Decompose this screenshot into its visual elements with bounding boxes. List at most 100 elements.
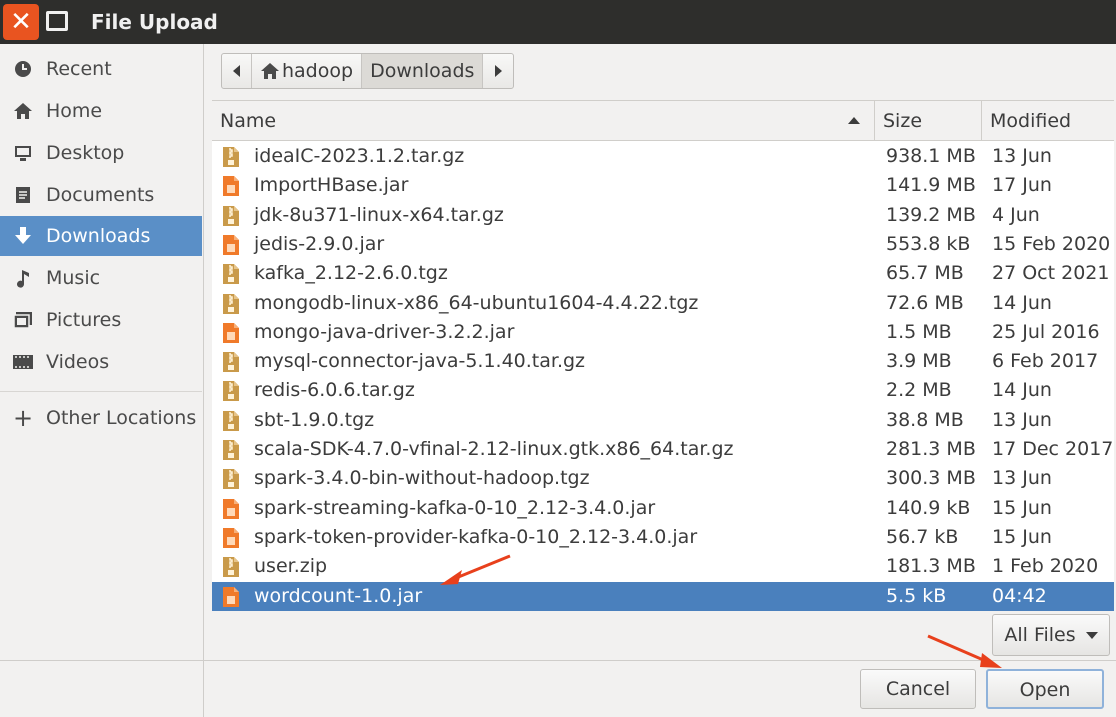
chevron-down-icon xyxy=(1085,631,1098,639)
archive-file-icon xyxy=(222,146,240,168)
file-modified: 13 Jun xyxy=(992,467,1052,490)
home-icon xyxy=(260,62,280,80)
column-header-name[interactable]: Name xyxy=(212,101,874,141)
file-name: user.zip xyxy=(254,555,328,578)
cancel-button[interactable]: Cancel xyxy=(860,669,976,709)
file-name: jedis-2.9.0.jar xyxy=(254,232,385,255)
file-size: 300.3 MB xyxy=(886,467,976,490)
sidebar-item-downloads[interactable]: Downloads xyxy=(0,216,202,256)
chevron-left-icon xyxy=(233,65,240,77)
sidebar-item-other-locations[interactable]: + Other Locations xyxy=(0,398,202,438)
archive-file-icon xyxy=(222,380,240,402)
file-size: 72.6 MB xyxy=(886,291,964,314)
column-header-size[interactable]: Size xyxy=(875,101,981,141)
file-row[interactable]: wordcount-1.0.jar 5.5 kB 04:42 xyxy=(212,581,1114,611)
jar-file-icon xyxy=(222,586,240,608)
file-name: kafka_2.12-2.6.0.tgz xyxy=(254,262,448,285)
sidebar-item-home[interactable]: Home xyxy=(0,91,202,131)
file-name: mongodb-linux-x86_64-ubuntu1604-4.4.22.t… xyxy=(254,291,699,314)
file-row[interactable]: mysql-connector-java-5.1.40.tar.gz 3.9 MB… xyxy=(212,347,1114,376)
chevron-right-icon xyxy=(494,65,502,77)
file-name: spark-token-provider-kafka-0-10_2.12-3.4… xyxy=(254,525,698,548)
file-row[interactable]: spark-3.4.0-bin-without-hadoop.tgz 300.3 … xyxy=(212,464,1114,493)
archive-file-icon xyxy=(222,410,240,432)
archive-file-icon xyxy=(222,468,240,490)
file-modified: 15 Feb 2020 xyxy=(992,232,1111,255)
sidebar-label: Other Locations xyxy=(46,407,197,429)
file-modified: 14 Jun xyxy=(992,291,1052,314)
file-row[interactable]: sbt-1.9.0.tgz 38.8 MB 13 Jun xyxy=(212,406,1114,435)
clock-icon xyxy=(0,60,46,78)
file-row[interactable]: jdk-8u371-linux-x64.tar.gz 139.2 MB 4 Jun xyxy=(212,201,1114,230)
sidebar-label: Home xyxy=(46,100,103,122)
sidebar-item-desktop[interactable]: Desktop xyxy=(0,133,202,173)
sidebar-label: Downloads xyxy=(46,225,151,247)
path-segment-home[interactable]: hadoop xyxy=(252,54,363,88)
sidebar-item-videos[interactable]: Videos xyxy=(0,342,202,382)
path-bar: hadoop Downloads xyxy=(221,53,515,89)
file-type-filter[interactable]: All Files xyxy=(992,614,1110,656)
file-row[interactable]: mongodb-linux-x86_64-ubuntu1604-4.4.22.t… xyxy=(212,289,1114,318)
file-row[interactable]: scala-SDK-4.7.0-vfinal-2.12-linux.gtk.x8… xyxy=(212,435,1114,464)
file-modified: 13 Jun xyxy=(992,408,1052,431)
file-name: scala-SDK-4.7.0-vfinal-2.12-linux.gtk.x8… xyxy=(254,438,734,460)
file-modified: 15 Jun xyxy=(992,496,1052,519)
sidebar-item-documents[interactable]: Documents xyxy=(0,175,202,215)
action-bar-divider xyxy=(0,660,1116,661)
sort-ascending-icon xyxy=(848,117,860,124)
sidebar-item-recent[interactable]: Recent xyxy=(0,49,202,89)
path-back-button[interactable] xyxy=(222,54,252,88)
file-name: jdk-8u371-linux-x64.tar.gz xyxy=(254,203,504,226)
file-name: ImportHBase.jar xyxy=(254,174,409,197)
sidebar-label: Pictures xyxy=(46,309,122,331)
path-segment-downloads[interactable]: Downloads xyxy=(362,54,484,88)
file-size: 56.7 kB xyxy=(886,525,959,548)
file-size: 3.9 MB xyxy=(886,350,952,373)
sidebar-label: Recent xyxy=(46,58,112,80)
file-size: 5.5 kB xyxy=(886,584,947,607)
file-size: 181.3 MB xyxy=(886,555,976,578)
sidebar-label: Documents xyxy=(46,184,155,206)
file-name: spark-streaming-kafka-0-10_2.12-3.4.0.ja… xyxy=(254,496,656,519)
file-modified: 25 Jul 2016 xyxy=(992,320,1100,343)
file-row[interactable]: spark-token-provider-kafka-0-10_2.12-3.4… xyxy=(212,523,1114,552)
path-forward-button[interactable] xyxy=(483,54,513,88)
jar-file-icon xyxy=(222,234,240,256)
column-header-modified[interactable]: Modified xyxy=(982,101,1114,141)
file-modified: 17 Jun xyxy=(992,174,1052,197)
archive-file-icon xyxy=(222,439,240,461)
file-size: 1.5 MB xyxy=(886,320,952,343)
file-modified: 04:42 xyxy=(992,584,1047,607)
filter-label: All Files xyxy=(1004,624,1076,646)
file-row[interactable]: ImportHBase.jar 141.9 MB 17 Jun xyxy=(212,171,1114,200)
documents-icon xyxy=(0,186,46,204)
plus-icon: + xyxy=(12,404,34,432)
maximize-icon[interactable] xyxy=(46,11,68,31)
file-row[interactable]: redis-6.0.6.tar.gz 2.2 MB 14 Jun xyxy=(212,376,1114,405)
file-row[interactable]: user.zip 181.3 MB 1 Feb 2020 xyxy=(212,552,1114,581)
file-modified: 6 Feb 2017 xyxy=(992,350,1099,373)
sidebar-item-music[interactable]: Music xyxy=(0,258,202,298)
file-row[interactable]: kafka_2.12-2.6.0.tgz 65.7 MB 27 Oct 2021 xyxy=(212,259,1114,288)
close-icon[interactable]: ✕ xyxy=(3,4,39,40)
sidebar-label: Desktop xyxy=(46,142,125,164)
sidebar-divider xyxy=(0,391,202,392)
file-size: 938.1 MB xyxy=(886,145,976,167)
path-segment-label: Downloads xyxy=(370,60,475,82)
download-arrow-icon xyxy=(0,226,46,246)
sidebar-item-pictures[interactable]: Pictures xyxy=(0,300,202,340)
file-name: sbt-1.9.0.tgz xyxy=(254,408,375,431)
archive-file-icon xyxy=(222,556,240,578)
places-sidebar: Recent Home Desktop Documents Downloads … xyxy=(0,44,204,717)
file-name: ideaIC-2023.1.2.tar.gz xyxy=(254,145,465,167)
open-button[interactable]: Open xyxy=(986,669,1104,709)
file-size: 141.9 MB xyxy=(886,174,976,197)
file-row[interactable]: spark-streaming-kafka-0-10_2.12-3.4.0.ja… xyxy=(212,494,1114,523)
file-row[interactable]: ideaIC-2023.1.2.tar.gz 938.1 MB 13 Jun xyxy=(212,142,1114,171)
archive-file-icon xyxy=(222,293,240,315)
jar-file-icon xyxy=(222,498,240,520)
file-row[interactable]: mongo-java-driver-3.2.2.jar 1.5 MB 25 Jul … xyxy=(212,318,1114,347)
jar-file-icon xyxy=(222,175,240,197)
file-row[interactable]: jedis-2.9.0.jar 553.8 kB 15 Feb 2020 xyxy=(212,230,1114,259)
jar-file-icon xyxy=(222,527,240,549)
